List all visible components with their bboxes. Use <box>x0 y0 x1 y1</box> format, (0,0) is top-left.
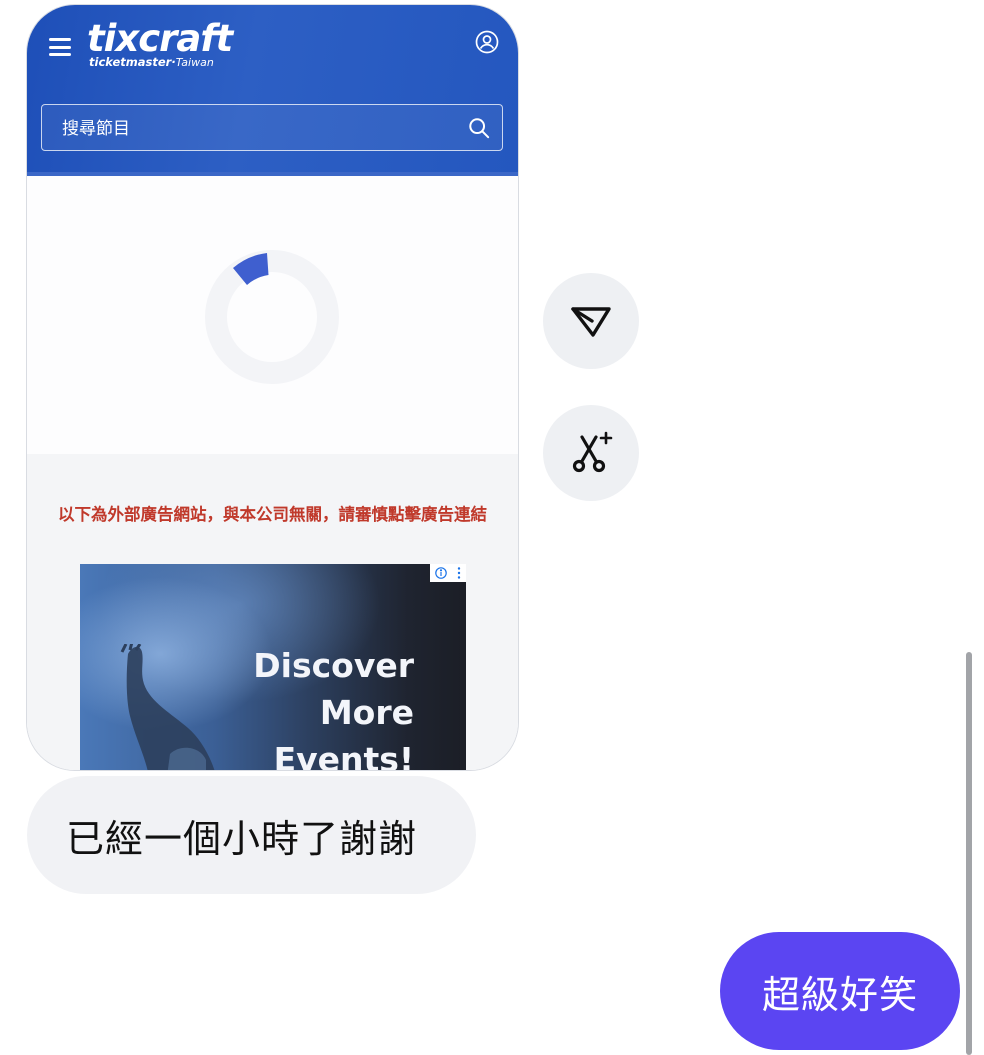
concert-crowd-figure <box>120 644 215 770</box>
site-header: tixcraft ticketmaster·Taiwan <box>27 5 518 176</box>
ad-line-3: Events! <box>273 740 414 770</box>
scissors-sparkle-icon <box>572 431 613 473</box>
info-icon[interactable] <box>435 567 447 579</box>
search-icon[interactable] <box>468 117 490 139</box>
ad-choices[interactable] <box>430 564 466 582</box>
content-loading-area <box>27 176 518 454</box>
ai-edit-button[interactable] <box>543 405 639 501</box>
hamburger-menu-icon[interactable] <box>49 38 71 56</box>
event-search-box[interactable] <box>41 104 503 152</box>
send-icon <box>571 307 611 337</box>
external-ad-notice: 以下為外部廣告網站，與本公司無關，請審慎點擊廣告連結 <box>58 505 487 524</box>
scrollbar-thumb[interactable] <box>966 652 972 1055</box>
ad-line-2: More <box>319 693 414 732</box>
ad-headline: Discover More Events! <box>253 642 414 770</box>
logo-sub-brand: ticketmaster <box>89 55 172 69</box>
shared-screenshot[interactable]: tixcraft ticketmaster·Taiwan 以下為外部廣告網站，與… <box>27 5 518 770</box>
search-input[interactable] <box>60 105 444 152</box>
site-logo-subtitle: ticketmaster·Taiwan <box>89 55 214 69</box>
share-button[interactable] <box>543 273 639 369</box>
account-icon[interactable] <box>475 30 499 54</box>
logo-sub-region: Taiwan <box>175 56 214 69</box>
incoming-message[interactable]: 已經一個小時了謝謝 <box>27 776 476 894</box>
ad-banner[interactable]: Discover More Events! <box>80 564 466 770</box>
loading-spinner-icon <box>205 250 339 384</box>
ad-line-1: Discover <box>253 646 414 685</box>
outgoing-message[interactable]: 超級好笑 <box>720 932 960 1050</box>
ad-section: 以下為外部廣告網站，與本公司無關，請審慎點擊廣告連結 Discover More… <box>27 454 518 770</box>
more-vertical-icon[interactable] <box>457 567 461 579</box>
